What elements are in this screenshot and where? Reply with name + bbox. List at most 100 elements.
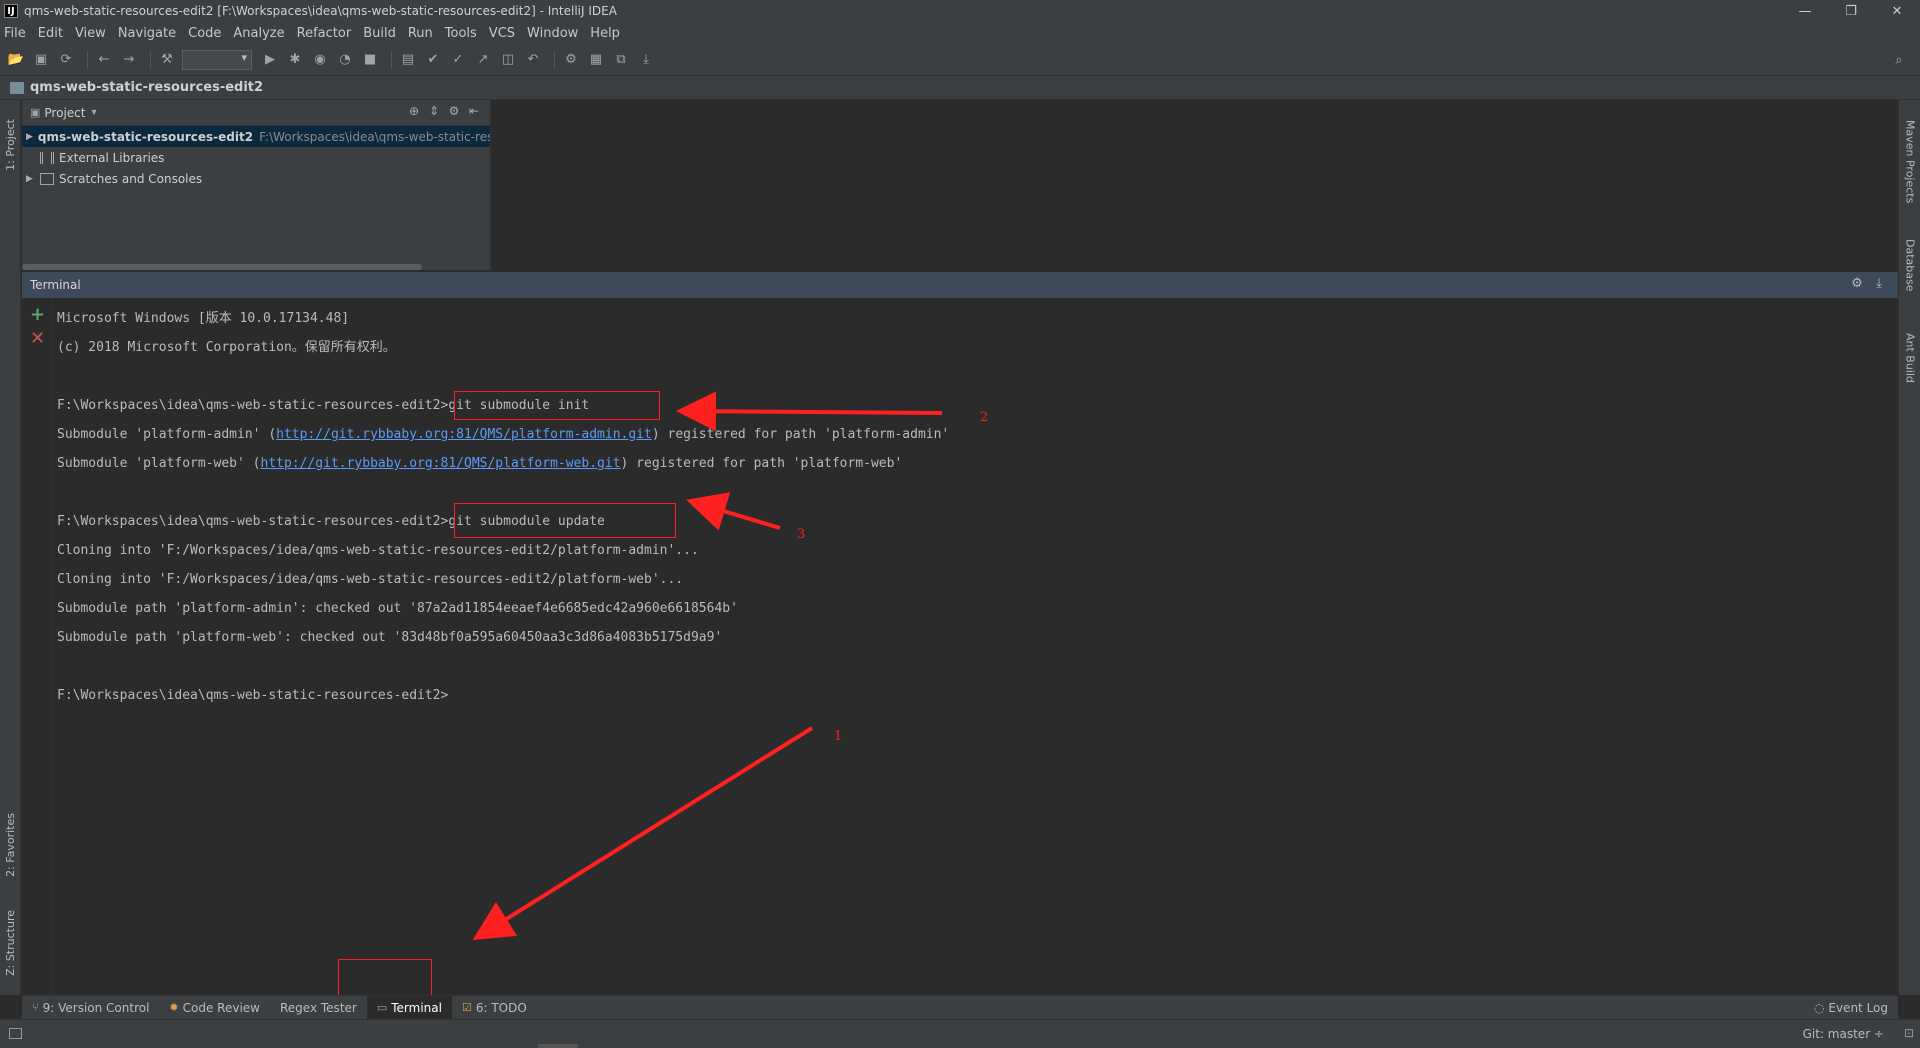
repo-link[interactable]: http://git.rybbaby.org:81/QMS/platform-w… xyxy=(261,456,621,471)
tab-todo[interactable]: ☑ 6: TODO xyxy=(452,996,537,1020)
todo-icon: ☑ xyxy=(461,1001,472,1014)
vcs-commit-icon[interactable]: ✓ xyxy=(448,50,468,70)
open-folder-icon[interactable]: 📂 xyxy=(6,50,26,70)
run-configuration-select[interactable] xyxy=(182,49,252,70)
tool-tab-project[interactable]: 1: Project xyxy=(0,110,21,180)
title-bar: IJ qms-web-static-resources-edit2 [F:\Wo… xyxy=(0,0,1920,22)
menu-navigate[interactable]: Navigate xyxy=(118,26,176,41)
minimize-button[interactable]: — xyxy=(1782,0,1828,22)
terminal-output[interactable]: Microsoft Windows [版本 10.0.17134.48] (c)… xyxy=(57,298,1877,995)
build-project-icon[interactable]: ⚒ xyxy=(157,50,177,70)
tree-item-label: qms-web-static-resources-edit2 xyxy=(37,129,254,144)
hide-panel-icon[interactable]: ⤓ xyxy=(1868,276,1890,291)
collapse-all-icon[interactable]: ⇕ xyxy=(424,104,444,118)
annotation-number-2: 2 xyxy=(980,410,989,425)
terminal-icon: ▭ xyxy=(376,1001,388,1014)
terminal-command-line: F:\Workspaces\idea\qms-web-static-resour… xyxy=(57,507,1877,536)
repo-link[interactable]: http://git.rybbaby.org:81/QMS/platform-a… xyxy=(276,427,652,442)
project-structure-icon[interactable]: ▤ xyxy=(398,50,418,70)
intellij-app-icon: IJ xyxy=(4,4,18,18)
menu-file[interactable]: File xyxy=(4,26,26,41)
menu-view[interactable]: View xyxy=(75,26,106,41)
library-icon xyxy=(40,151,54,164)
tree-item-path: F:\Workspaces\idea\qms-web-static-res xyxy=(259,129,491,144)
tree-item-label: Scratches and Consoles xyxy=(59,171,203,186)
project-view-selector[interactable]: Project xyxy=(44,106,85,120)
project-structure-dialog-icon[interactable]: ▦ xyxy=(586,50,606,70)
terminal-line: Submodule path 'platform-web': checked o… xyxy=(57,630,723,645)
stop-icon[interactable]: ■ xyxy=(360,50,380,70)
horizontal-scrollbar[interactable] xyxy=(538,1044,578,1048)
debug-icon[interactable]: ✱ xyxy=(285,50,305,70)
tree-item-project-root[interactable]: ▶ qms-web-static-resources-edit2 F:\Work… xyxy=(22,126,490,147)
menu-run[interactable]: Run xyxy=(408,26,433,41)
tool-tab-maven-projects[interactable]: Maven Projects xyxy=(1899,112,1920,212)
menu-refactor[interactable]: Refactor xyxy=(297,26,352,41)
menu-analyze[interactable]: Analyze xyxy=(233,26,284,41)
menu-vcs[interactable]: VCS xyxy=(489,26,515,41)
plugin-icon[interactable]: ⤓ xyxy=(636,50,656,70)
hide-panel-icon[interactable]: ⇤ xyxy=(464,104,484,118)
horizontal-scrollbar[interactable] xyxy=(22,264,422,270)
toolbar-separator xyxy=(87,50,88,69)
tab-regex-tester[interactable]: Regex Tester xyxy=(270,996,367,1020)
editor-area[interactable] xyxy=(491,100,1898,270)
chevron-down-icon[interactable]: ▾ xyxy=(91,107,96,118)
terminal-command-line: F:\Workspaces\idea\qms-web-static-resour… xyxy=(57,391,1877,420)
revert-icon[interactable]: ↶ xyxy=(523,50,543,70)
breadcrumb-project[interactable]: qms-web-static-resources-edit2 xyxy=(30,80,263,95)
menu-window[interactable]: Window xyxy=(527,26,578,41)
tool-tab-database[interactable]: Database xyxy=(1899,230,1920,300)
menu-code[interactable]: Code xyxy=(188,26,221,41)
close-session-icon[interactable]: ✕ xyxy=(30,328,45,349)
restore-button[interactable]: ❐ xyxy=(1828,0,1874,22)
forward-icon[interactable]: → xyxy=(119,50,139,70)
synchronize-icon[interactable]: ⟳ xyxy=(56,50,76,70)
gear-icon[interactable]: ⚙ xyxy=(444,104,464,118)
project-view-icon: ▣ xyxy=(30,106,41,119)
expand-arrow-icon[interactable]: ▶ xyxy=(26,132,33,142)
run-icon[interactable]: ▶ xyxy=(260,50,280,70)
vcs-compare-icon[interactable]: ↗ xyxy=(473,50,493,70)
tree-item-scratches[interactable]: ▶ Scratches and Consoles xyxy=(22,168,490,189)
menu-build[interactable]: Build xyxy=(363,26,396,41)
lock-icon[interactable]: ⊡ xyxy=(1904,1026,1914,1040)
menu-help[interactable]: Help xyxy=(590,26,620,41)
tool-tab-ant-build[interactable]: Ant Build xyxy=(1899,320,1920,395)
vcs-update-icon[interactable]: ✔ xyxy=(423,50,443,70)
tool-tab-structure[interactable]: Z: Structure xyxy=(0,900,21,985)
terminal-prompt: F:\Workspaces\idea\qms-web-static-resour… xyxy=(57,398,449,413)
terminal-line: Cloning into 'F:/Workspaces/idea/qms-web… xyxy=(57,543,699,558)
annotation-box-init xyxy=(454,391,660,420)
sdk-icon[interactable]: ⧉ xyxy=(611,50,631,70)
tool-tab-favorites[interactable]: 2: Favorites xyxy=(0,800,21,890)
terminal-title: Terminal xyxy=(30,278,81,292)
settings-icon[interactable]: ⚙ xyxy=(561,50,581,70)
new-session-icon[interactable]: + xyxy=(30,304,45,325)
coverage-icon[interactable]: ◉ xyxy=(310,50,330,70)
close-window-button[interactable]: ✕ xyxy=(1874,0,1920,22)
git-branch-widget[interactable]: Git: master ÷ xyxy=(1803,1027,1884,1041)
project-tool-window: ▣ Project ▾ ⊕ ⇕ ⚙ ⇤ ▶ qms-web-static-res… xyxy=(22,100,491,270)
tool-windows-toggle-icon[interactable] xyxy=(9,1028,22,1039)
terminal-command-line: F:\Workspaces\idea\qms-web-static-resour… xyxy=(57,681,1877,710)
save-all-icon[interactable]: ▣ xyxy=(31,50,51,70)
menu-edit[interactable]: Edit xyxy=(38,26,63,41)
tab-terminal[interactable]: ▭ Terminal xyxy=(366,995,452,1020)
profile-icon[interactable]: ◔ xyxy=(335,50,355,70)
back-icon[interactable]: ← xyxy=(94,50,114,70)
expand-arrow-icon[interactable]: ▶ xyxy=(26,174,40,184)
scroll-from-source-icon[interactable]: ⊕ xyxy=(404,104,424,118)
search-everywhere-icon[interactable]: ⌕ xyxy=(1889,50,1909,70)
tab-event-log[interactable]: ◌ Event Log xyxy=(1814,996,1888,1020)
tab-code-review[interactable]: ✹ Code Review xyxy=(159,996,270,1020)
tree-item-external-libraries[interactable]: External Libraries xyxy=(22,147,490,168)
vcs-history-icon[interactable]: ◫ xyxy=(498,50,518,70)
tab-version-control[interactable]: ⑂ 9: Version Control xyxy=(22,996,159,1020)
menu-bar: File Edit View Navigate Code Analyze Ref… xyxy=(0,22,1920,44)
menu-tools[interactable]: Tools xyxy=(445,26,477,41)
gear-icon[interactable]: ⚙ xyxy=(1846,276,1868,291)
